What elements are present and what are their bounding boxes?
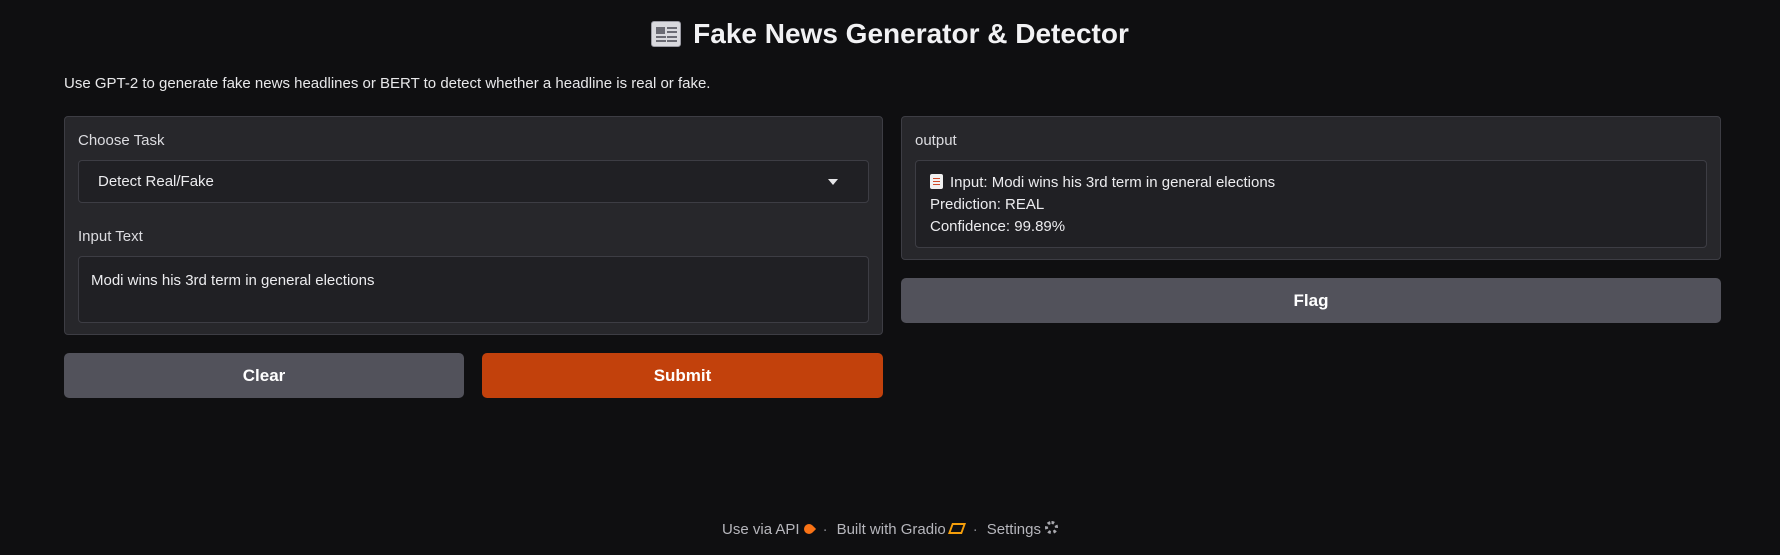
rocket-icon — [801, 521, 816, 537]
gear-icon — [1044, 521, 1058, 534]
task-dropdown-value: Detect Real/Fake — [98, 173, 214, 190]
input-text-field[interactable]: Modi wins his 3rd term in general electi… — [78, 256, 869, 323]
output-input-text: Input: Modi wins his 3rd term in general… — [950, 174, 1276, 191]
footer-separator: · — [822, 521, 828, 538]
input-panel: Choose Task Detect Real/Fake Input Text … — [64, 116, 883, 335]
built-with-gradio-link[interactable]: Built with Gradio — [836, 521, 966, 538]
task-label: Choose Task — [78, 132, 165, 149]
clear-button[interactable]: Clear — [64, 353, 464, 398]
page-title: Fake News Generator & Detector — [0, 18, 1780, 50]
flag-button[interactable]: Flag — [901, 278, 1721, 323]
task-dropdown[interactable]: Detect Real/Fake — [78, 160, 869, 203]
built-with-gradio-text: Built with Gradio — [836, 521, 946, 538]
settings-text: Settings — [986, 521, 1041, 538]
use-via-api-link[interactable]: Use via API — [722, 521, 816, 538]
output-line-input: Input: Modi wins his 3rd term in general… — [930, 172, 1692, 194]
app-page: Fake News Generator & Detector Use GPT-2… — [0, 0, 1780, 555]
output-panel: output Input: Modi wins his 3rd term in … — [901, 116, 1721, 260]
footer-separator: · — [972, 521, 978, 538]
output-textbox[interactable]: Input: Modi wins his 3rd term in general… — [915, 160, 1707, 248]
submit-button[interactable]: Submit — [482, 353, 883, 398]
page-title-text: Fake News Generator & Detector — [693, 18, 1129, 49]
chevron-down-icon[interactable] — [828, 179, 838, 185]
output-line-confidence: Confidence: 99.89% — [930, 218, 1066, 235]
settings-link[interactable]: Settings — [987, 521, 1058, 538]
footer: Use via API · Built with Gradio · Settin… — [0, 521, 1780, 538]
output-label: output — [915, 132, 957, 149]
input-text-label: Input Text — [78, 228, 143, 245]
output-line-prediction: Prediction: REAL — [930, 196, 1045, 213]
newspaper-icon — [651, 21, 682, 47]
gradio-logo-icon — [947, 523, 966, 534]
use-via-api-text: Use via API — [722, 521, 800, 538]
document-icon — [930, 174, 943, 189]
page-description: Use GPT-2 to generate fake news headline… — [64, 75, 711, 92]
